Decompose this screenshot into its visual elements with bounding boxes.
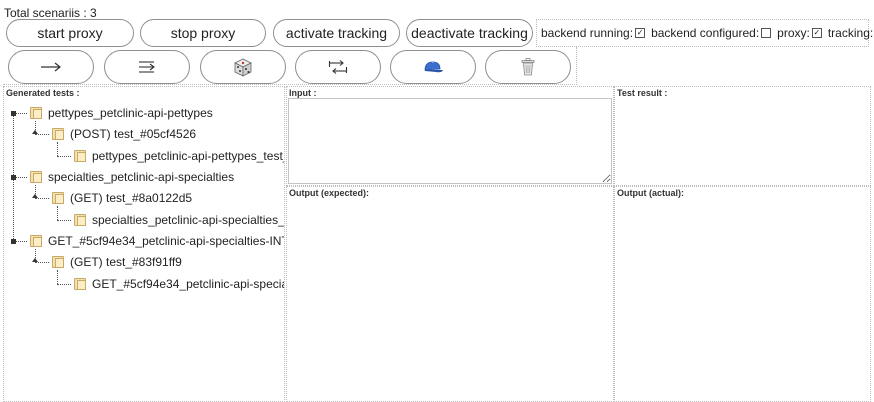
tree-connector [57, 142, 58, 156]
swap-button[interactable] [295, 50, 381, 84]
output-expected-label: Output (expected): [289, 188, 369, 198]
tree-connector [57, 156, 71, 157]
input-label: Input : [289, 88, 317, 98]
leaf-label: pettypes_petclinic-api-pettypes_test_#05… [92, 149, 284, 163]
test-label: (GET) test_#83f91ff9 [70, 255, 182, 269]
tree-joint [11, 175, 16, 180]
status-proxy-label: proxy: [777, 26, 810, 40]
multi-arrow-icon [139, 61, 155, 73]
status-backend-running: backend running: [541, 26, 646, 40]
input-panel: Input : [286, 86, 614, 186]
folder-icon [29, 235, 43, 247]
start-proxy-button[interactable]: start proxy [6, 19, 134, 47]
status-bar: backend running: backend configured: pro… [536, 19, 873, 47]
activate-tracking-button[interactable]: activate tracking [273, 19, 400, 47]
tree-connector [57, 270, 58, 284]
tree-connector [35, 134, 49, 135]
tree-connector [57, 220, 71, 221]
proxy-checkbox [811, 28, 822, 38]
tree-connector [57, 206, 58, 220]
tree-joint [11, 111, 16, 116]
folder-icon [51, 128, 65, 140]
expand-toggle-icon[interactable] [32, 258, 38, 262]
input-textarea[interactable] [288, 98, 612, 184]
backend-running-checkbox [635, 28, 646, 38]
tree-leaf-node[interactable]: pettypes_petclinic-api-pettypes_test_#05… [73, 149, 284, 163]
status-proxy: proxy: [777, 26, 822, 40]
output-actual-label: Output (actual): [617, 188, 684, 198]
status-backend-running-label: backend running: [541, 26, 634, 40]
folder-icon [51, 192, 65, 204]
folder-icon [29, 107, 43, 119]
swap-arrows-icon [328, 60, 348, 74]
folder-icon [73, 150, 87, 162]
test-result-panel: Test result : [614, 86, 871, 186]
tree-leaf-node[interactable]: GET_#5cf94e34_petclinic-api-specialties_… [73, 277, 284, 291]
cap-button[interactable] [390, 50, 476, 84]
expand-toggle-icon[interactable] [32, 194, 38, 198]
output-expected-panel: Output (expected): [286, 186, 614, 402]
tree-test-node[interactable]: (POST) test_#05cf4526 [51, 127, 196, 141]
status-backend-configured: backend configured: [651, 26, 772, 40]
leaf-label: GET_#5cf94e34_petclinic-api-specialties_… [92, 277, 284, 291]
scenario-label: pettypes_petclinic-api-pettypes [48, 106, 213, 120]
dice-icon [234, 58, 252, 77]
tree-connector [35, 198, 49, 199]
arrow-right-icon [41, 62, 61, 72]
scenario-label: GET_#5cf94e34_petclinic-api-specialties-… [48, 234, 284, 248]
folder-icon [73, 278, 87, 290]
tree-test-node[interactable]: (GET) test_#83f91ff9 [51, 255, 182, 269]
leaf-label: specialties_petclinic-api-specialties_te… [92, 213, 285, 227]
tree-scenario-node[interactable]: specialties_petclinic-api-specialties [29, 170, 234, 184]
scenario-label: specialties_petclinic-api-specialties [48, 170, 235, 184]
cap-icon [424, 61, 443, 73]
run-all-button[interactable] [104, 50, 190, 84]
backend-configured-checkbox [761, 28, 772, 38]
test-label: (POST) test_#05cf4526 [70, 127, 197, 141]
tree-test-node[interactable]: (GET) test_#8a0122d5 [51, 191, 192, 205]
expand-toggle-icon[interactable] [32, 130, 38, 134]
tree-connector [35, 262, 49, 263]
tree-joint [11, 239, 16, 244]
total-scenarios: Total scenariis : 3 [4, 6, 97, 20]
delete-button[interactable] [485, 50, 571, 84]
tree-scenario-node[interactable]: GET_#5cf94e34_petclinic-api-specialties-… [29, 234, 284, 248]
tree-connector [57, 284, 71, 285]
folder-icon [51, 256, 65, 268]
stop-proxy-button[interactable]: stop proxy [140, 19, 266, 47]
generated-tests-panel: Generated tests : pettypes_petclinic-api… [3, 86, 285, 402]
test-result-label: Test result : [617, 88, 668, 98]
test-label: (GET) test_#8a0122d5 [70, 191, 193, 205]
generated-tests-title: Generated tests : [6, 88, 80, 98]
status-tracking-label: tracking: [827, 26, 874, 40]
folder-icon [73, 214, 87, 226]
folder-icon [29, 171, 43, 183]
run-button[interactable] [8, 50, 94, 84]
status-backend-configured-label: backend configured: [651, 26, 760, 40]
status-tracking: tracking: [828, 26, 874, 40]
deactivate-tracking-button[interactable]: deactivate tracking [406, 19, 533, 47]
trash-icon [521, 58, 535, 76]
random-button[interactable] [200, 50, 286, 84]
output-actual-panel: Output (actual): [614, 186, 871, 402]
tree-leaf-node[interactable]: specialties_petclinic-api-specialties_te… [73, 213, 285, 227]
tree-scenario-node[interactable]: pettypes_petclinic-api-pettypes [29, 106, 213, 120]
